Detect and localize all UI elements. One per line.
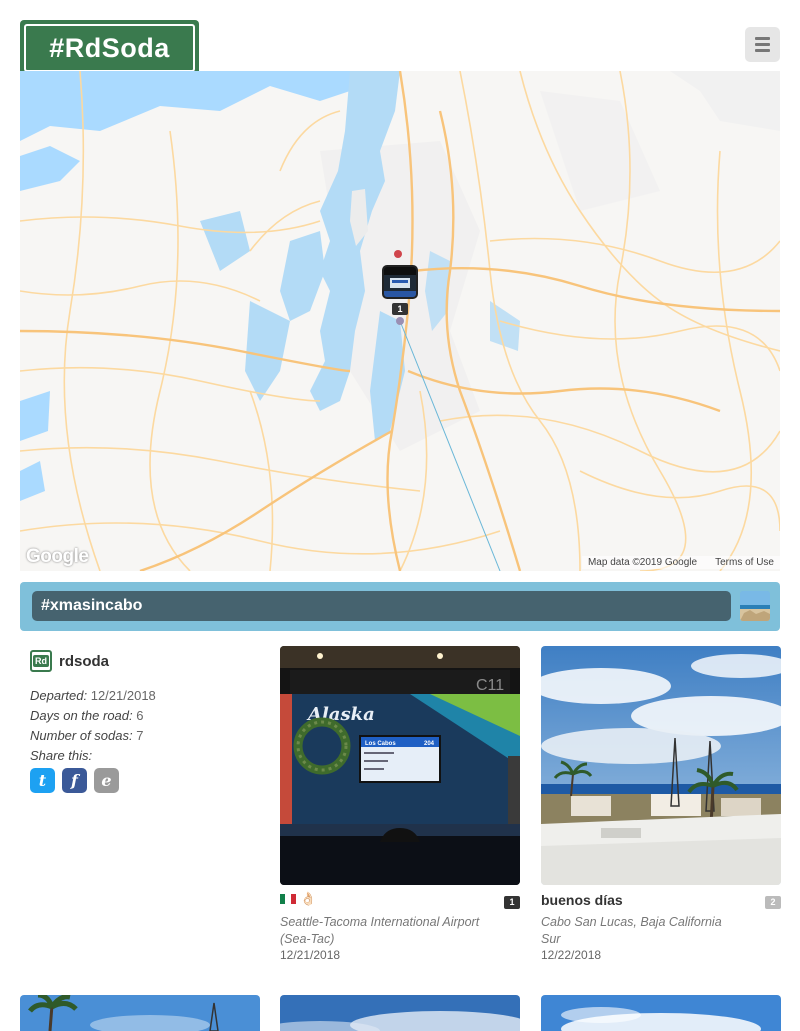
photo-cabo-rooftop[interactable]	[541, 646, 781, 885]
photo-card-partial[interactable]	[280, 995, 520, 1031]
user-avatar: Rd	[30, 650, 52, 672]
logo-text: #RdSoda	[24, 24, 195, 72]
card-photo-count-badge: 1	[504, 896, 520, 909]
user-block[interactable]: Rd rdsoda	[30, 650, 109, 672]
trip-thumbnail[interactable]	[740, 591, 770, 621]
card-date: 12/21/2018	[280, 948, 341, 962]
ok-hand-emoji: 👌🏻	[300, 891, 317, 906]
card-caption: buenos días	[541, 892, 623, 908]
email-share-icon[interactable]: e	[94, 768, 119, 793]
avatar-text: Rd	[33, 655, 49, 667]
days-value: 6	[136, 708, 144, 723]
card-photo-count-badge: 2	[765, 896, 781, 909]
photo-card[interactable]: C11 Alaska Los Cabos 204 👌🏻 1 Seattle-Ta…	[280, 646, 520, 976]
trip-map[interactable]: 1 Google Map data ©2019 Google Terms of …	[20, 71, 780, 571]
photo-card-partial[interactable]	[20, 995, 260, 1031]
gate-label: C11	[476, 677, 504, 694]
departed-row: Departed: 12/21/2018	[30, 686, 156, 706]
screen-number: 204	[424, 741, 435, 747]
share-label: Share this:	[30, 748, 93, 763]
days-row: Days on the road: 6	[30, 706, 156, 726]
mexico-flag-icon	[280, 894, 296, 904]
sodas-row: Number of sodas: 7	[30, 726, 156, 746]
photo-card-partial[interactable]	[541, 995, 781, 1031]
map-canvas	[20, 71, 780, 571]
photo-card[interactable]: buenos días 2 Cabo San Lucas, Baja Calif…	[541, 646, 781, 976]
days-label: Days on the road:	[30, 708, 133, 723]
photo-airport-gate[interactable]: C11 Alaska Los Cabos 204	[280, 646, 520, 885]
departed-label: Departed:	[30, 688, 88, 703]
photo-marker[interactable]	[382, 265, 418, 299]
trip-bar: #xmasincabo	[20, 582, 780, 631]
facebook-share-icon[interactable]: f	[62, 768, 87, 793]
terms-of-use-link[interactable]: Terms of Use	[715, 557, 774, 568]
sodas-label: Number of sodas:	[30, 728, 133, 743]
card-location[interactable]: Seattle-Tacoma International Airport (Se…	[280, 914, 480, 948]
map-attribution: Map data ©2019 Google Terms of Use	[581, 556, 780, 569]
trip-info: Departed: 12/21/2018 Days on the road: 6…	[30, 686, 156, 766]
screen-title: Los Cabos	[365, 741, 396, 747]
card-flags: 👌🏻	[280, 891, 316, 907]
map-data-text: Map data ©2019 Google	[587, 557, 698, 568]
twitter-share-icon[interactable]: t	[30, 768, 55, 793]
share-row: Share this:	[30, 746, 156, 766]
departed-value: 12/21/2018	[90, 688, 156, 703]
share-buttons: t f e	[30, 768, 119, 793]
user-name[interactable]: rdsoda	[59, 653, 109, 670]
marker-count-badge: 1	[392, 303, 408, 315]
card-date: 12/22/2018	[541, 948, 602, 962]
sodas-value: 7	[136, 728, 144, 743]
card-location[interactable]: Cabo San Lucas, Baja California Sur	[541, 914, 741, 948]
google-logo: Google	[26, 546, 89, 567]
trip-hashtag[interactable]: #xmasincabo	[32, 591, 731, 621]
rdsoda-logo[interactable]: #RdSoda	[20, 20, 199, 76]
hamburger-menu-icon[interactable]	[745, 27, 780, 62]
